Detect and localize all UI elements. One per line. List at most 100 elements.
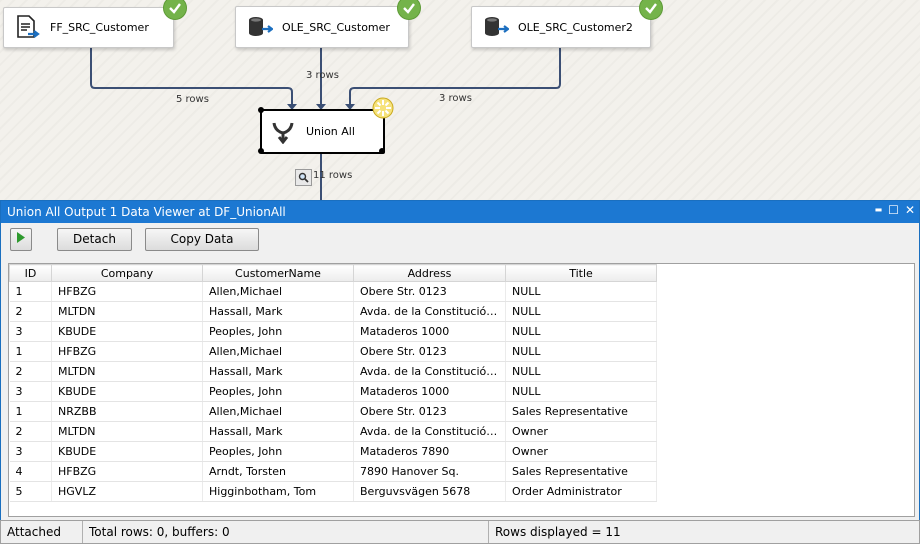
ole-db-source-icon — [482, 13, 510, 41]
cell-id: 3 — [9, 321, 52, 342]
cell-id: 5 — [9, 481, 52, 502]
cell-customername: Peoples, John — [202, 441, 354, 462]
data-grid[interactable]: ID Company CustomerName Address Title 1H… — [8, 263, 915, 517]
component-label: OLE_SRC_Customer — [282, 20, 390, 34]
cell-company: HFBZG — [51, 341, 203, 362]
cell-title: Sales Representative — [505, 461, 657, 482]
cell-customername: Allen,Michael — [202, 341, 354, 362]
cell-address: Obere Str. 0123 — [353, 401, 506, 422]
union-all-component[interactable]: Union All — [260, 109, 385, 154]
cell-title: NULL — [505, 301, 657, 322]
ff-src-customer-component[interactable]: FF_SRC_Customer — [3, 7, 174, 48]
cell-title: Owner — [505, 441, 657, 462]
cell-title: Sales Representative — [505, 401, 657, 422]
detach-button[interactable]: Detach — [57, 227, 132, 251]
cell-id: 2 — [9, 421, 52, 442]
ole-db-source-icon — [246, 13, 274, 41]
cell-id: 3 — [9, 441, 52, 462]
cell-customername: Hassall, Mark — [202, 421, 354, 442]
ole-src-customer-component[interactable]: OLE_SRC_Customer — [235, 6, 409, 48]
output-row-count-label: 11 rows — [313, 170, 353, 181]
close-icon[interactable]: ✕ — [905, 203, 915, 217]
data-viewer-toolbar: Detach Copy Data — [1, 223, 919, 255]
flat-file-source-icon — [14, 14, 42, 42]
cell-id: 4 — [9, 461, 52, 482]
cell-id: 2 — [9, 301, 52, 322]
cell-company: MLTDN — [51, 361, 203, 382]
cell-title: Owner — [505, 421, 657, 442]
cell-company: KBUDE — [51, 441, 203, 462]
cell-address: Avda. de la Constitución 5678 — [353, 301, 506, 322]
path-row-count-label: 3 rows — [439, 93, 472, 104]
cell-company: MLTDN — [51, 301, 203, 322]
cell-customername: Peoples, John — [202, 321, 354, 342]
cell-title: Order Administrator — [505, 481, 657, 502]
ole-src-customer2-component[interactable]: OLE_SRC_Customer2 — [471, 6, 651, 48]
component-label: OLE_SRC_Customer2 — [518, 20, 633, 34]
data-viewer-window: Union All Output 1 Data Viewer at DF_Uni… — [0, 200, 920, 521]
cell-customername: Hassall, Mark — [202, 361, 354, 382]
table-row[interactable]: 3 KBUDE Peoples, John Mataderos 1000 NULL — [9, 321, 657, 342]
cell-company: KBUDE — [51, 381, 203, 402]
cell-id: 1 — [9, 401, 52, 422]
cell-address: 7890 Hanover Sq. — [353, 461, 506, 482]
table-row[interactable]: 1 HFBZG Allen,Michael Obere Str. 0123 NULL — [9, 341, 657, 362]
data-grid-table: ID Company CustomerName Address Title 1H… — [9, 264, 657, 502]
column-header-customername[interactable]: CustomerName — [202, 264, 354, 282]
table-row[interactable]: 1 NRZBB Allen,Michael Obere Str. 0123 Sales … — [9, 401, 657, 422]
cell-address: Avda. de la Constitución 5678 — [353, 421, 506, 442]
cell-title: NULL — [505, 341, 657, 362]
data-viewer-title-bar[interactable]: Union All Output 1 Data Viewer at DF_Uni… — [1, 201, 919, 223]
table-row[interactable]: 2 MLTDN Hassall, Mark Avda. de la Constituc… — [9, 361, 657, 382]
cell-company: HFBZG — [51, 281, 203, 302]
cell-title: NULL — [505, 361, 657, 382]
data-viewer-magnifier-icon[interactable] — [295, 169, 312, 186]
table-row[interactable]: 5 HGVLZ Higginbotham, Tom Berguvsvägen 5678… — [9, 481, 657, 502]
status-totals: Total rows: 0, buffers: 0 — [83, 521, 489, 543]
union-all-icon — [270, 119, 296, 145]
cell-customername: Hassall, Mark — [202, 301, 354, 322]
table-row[interactable]: 2 MLTDN Hassall, Mark Avda. de la Constituc… — [9, 421, 657, 442]
cell-id: 2 — [9, 361, 52, 382]
data-flow-canvas[interactable]: FF_SRC_Customer OLE_SRC_Customer OLE_SRC… — [0, 0, 920, 200]
cell-company: NRZBB — [51, 401, 203, 422]
cell-title: NULL — [505, 281, 657, 302]
column-header-title[interactable]: Title — [505, 264, 657, 282]
cell-address: Obere Str. 0123 — [353, 281, 506, 302]
copy-data-button[interactable]: Copy Data — [145, 227, 259, 251]
minimize-icon[interactable]: ▬ — [875, 203, 883, 217]
column-header-address[interactable]: Address — [353, 264, 506, 282]
column-header-id[interactable]: ID — [9, 264, 52, 282]
column-header-company[interactable]: Company — [51, 264, 203, 282]
table-row[interactable]: 4 HFBZG Arndt, Torsten 7890 Hanover Sq. Sale… — [9, 461, 657, 482]
data-viewer-title: Union All Output 1 Data Viewer at DF_Uni… — [7, 205, 286, 219]
cell-customername: Allen,Michael — [202, 281, 354, 302]
cell-company: KBUDE — [51, 321, 203, 342]
cell-address: Mataderos 1000 — [353, 321, 506, 342]
table-row[interactable]: 3 KBUDE Peoples, John Mataderos 1000 NULL — [9, 381, 657, 402]
resize-handle[interactable] — [258, 148, 264, 154]
cell-company: MLTDN — [51, 421, 203, 442]
cell-title: NULL — [505, 381, 657, 402]
component-label: Union All — [306, 125, 355, 138]
cell-address: Mataderos 7890 — [353, 441, 506, 462]
status-rows-displayed: Rows displayed = 11 — [495, 525, 621, 539]
cell-address: Obere Str. 0123 — [353, 341, 506, 362]
table-row[interactable]: 1 HFBZG Allen,Michael Obere Str. 0123 NULL — [9, 281, 657, 302]
path-row-count-label: 5 rows — [176, 94, 209, 105]
maximize-icon[interactable]: ☐ — [888, 203, 899, 217]
cell-customername: Allen,Michael — [202, 401, 354, 422]
cell-company: HGVLZ — [51, 481, 203, 502]
cell-address: Berguvsvägen 5678 — [353, 481, 506, 502]
resize-handle[interactable] — [258, 107, 264, 113]
cell-title: NULL — [505, 321, 657, 342]
table-row[interactable]: 2 MLTDN Hassall, Mark Avda. de la Constituc… — [9, 301, 657, 322]
play-icon — [16, 232, 26, 246]
resize-handle[interactable] — [379, 148, 385, 154]
table-row[interactable]: 3 KBUDE Peoples, John Mataderos 7890 Owner — [9, 441, 657, 462]
cell-id: 1 — [9, 341, 52, 362]
cell-customername: Peoples, John — [202, 381, 354, 402]
status-state: Attached — [1, 521, 83, 543]
cell-customername: Higginbotham, Tom — [202, 481, 354, 502]
play-button[interactable] — [10, 227, 32, 251]
